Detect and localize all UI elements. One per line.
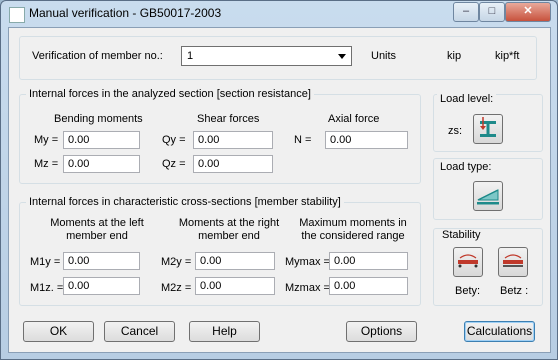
member-label: Verification of member no.: <box>32 50 163 62</box>
cancel-button[interactable]: Cancel <box>104 321 175 342</box>
m1y-input[interactable]: 0.00 <box>63 252 140 270</box>
m2z-input[interactable]: 0.00 <box>195 277 275 295</box>
qz-label: Qz = <box>162 158 186 170</box>
axial-force-heading: Axial force <box>328 113 380 125</box>
load-level-button[interactable] <box>473 114 503 144</box>
my-label: My = <box>34 134 59 146</box>
minimize-button[interactable]: – <box>453 2 479 22</box>
stability-group: Stability Bety: Betz : <box>433 228 543 306</box>
ok-button[interactable]: OK <box>23 321 94 342</box>
section-resistance-group: Internal forces in the analyzed section … <box>19 88 421 184</box>
qz-input[interactable]: 0.00 <box>193 155 273 173</box>
dialog-window: Manual verification - GB50017-2003 – □ ✕… <box>0 0 558 360</box>
title-bar[interactable]: Manual verification - GB50017-2003 – □ ✕ <box>1 1 557 27</box>
mz-label: Mz = <box>34 158 59 170</box>
unit-force: kip <box>447 50 462 62</box>
mzmax-input[interactable]: 0.00 <box>329 277 408 295</box>
qy-input[interactable]: 0.00 <box>193 131 273 149</box>
i-beam-load-icon <box>480 117 496 137</box>
chevron-down-icon <box>338 54 346 59</box>
load-type-title: Load type: <box>437 161 495 173</box>
m2y-input[interactable]: 0.00 <box>195 252 275 270</box>
m2z-label: M2z = <box>161 282 192 294</box>
shear-forces-heading: Shear forces <box>197 113 260 125</box>
window-title: Manual verification - GB50017-2003 <box>29 6 222 20</box>
buckling-y-icon <box>458 254 478 268</box>
stability-title: Stability <box>439 229 484 241</box>
left-end-heading: Moments at the left member end <box>50 217 144 242</box>
load-type-button[interactable] <box>473 181 503 211</box>
mymax-label: Mymax = <box>285 256 330 268</box>
load-level-title: Load level: <box>437 93 497 105</box>
help-button[interactable]: Help <box>189 321 260 342</box>
section-resistance-title: Internal forces in the analyzed section … <box>26 88 314 100</box>
my-input[interactable]: 0.00 <box>63 131 140 149</box>
unit-moment: kip*ft <box>495 50 520 62</box>
betz-label: Betz : <box>500 285 529 297</box>
zs-label: zs: <box>448 125 463 137</box>
load-type-group: Load type: <box>433 158 543 220</box>
right-end-heading: Moments at the right member end <box>178 217 280 242</box>
qy-label: Qy = <box>162 134 186 146</box>
m2y-label: M2y = <box>161 256 192 268</box>
max-moments-heading: Maximum moments in the considered range <box>299 217 407 242</box>
app-icon <box>9 7 25 23</box>
bety-button[interactable] <box>453 247 483 277</box>
member-select-value: 1 <box>187 50 194 62</box>
mymax-input[interactable]: 0.00 <box>329 252 408 270</box>
m1z-label: M1z. = <box>30 282 64 294</box>
bending-moments-heading: Bending moments <box>54 113 143 125</box>
maximize-button[interactable]: □ <box>479 2 505 22</box>
mz-input[interactable]: 0.00 <box>63 155 140 173</box>
n-input[interactable]: 0.00 <box>325 131 408 149</box>
load-level-group: Load level: zs: <box>433 93 543 152</box>
betz-button[interactable] <box>498 247 528 277</box>
member-select[interactable]: 1 <box>181 46 352 66</box>
dialog-client-area: Verification of member no.: 1 Units kip … <box>8 27 551 353</box>
options-button[interactable]: Options <box>346 321 417 342</box>
member-stability-group: Internal forces in characteristic cross-… <box>19 196 421 306</box>
close-button[interactable]: ✕ <box>505 2 551 22</box>
units-label: Units <box>371 50 397 62</box>
buckling-z-icon <box>503 254 523 267</box>
trapezoidal-load-icon <box>477 189 499 205</box>
calculations-button[interactable]: Calculations <box>464 321 535 342</box>
n-label: N = <box>294 134 312 146</box>
mzmax-label: Mzmax = <box>285 282 330 294</box>
member-stability-title: Internal forces in characteristic cross-… <box>26 196 344 208</box>
member-selection-group: Verification of member no.: 1 Units kip … <box>19 36 537 80</box>
m1z-input[interactable]: 0.00 <box>63 277 140 295</box>
m1y-label: M1y = <box>30 256 61 268</box>
bety-label: Bety: <box>455 285 481 297</box>
